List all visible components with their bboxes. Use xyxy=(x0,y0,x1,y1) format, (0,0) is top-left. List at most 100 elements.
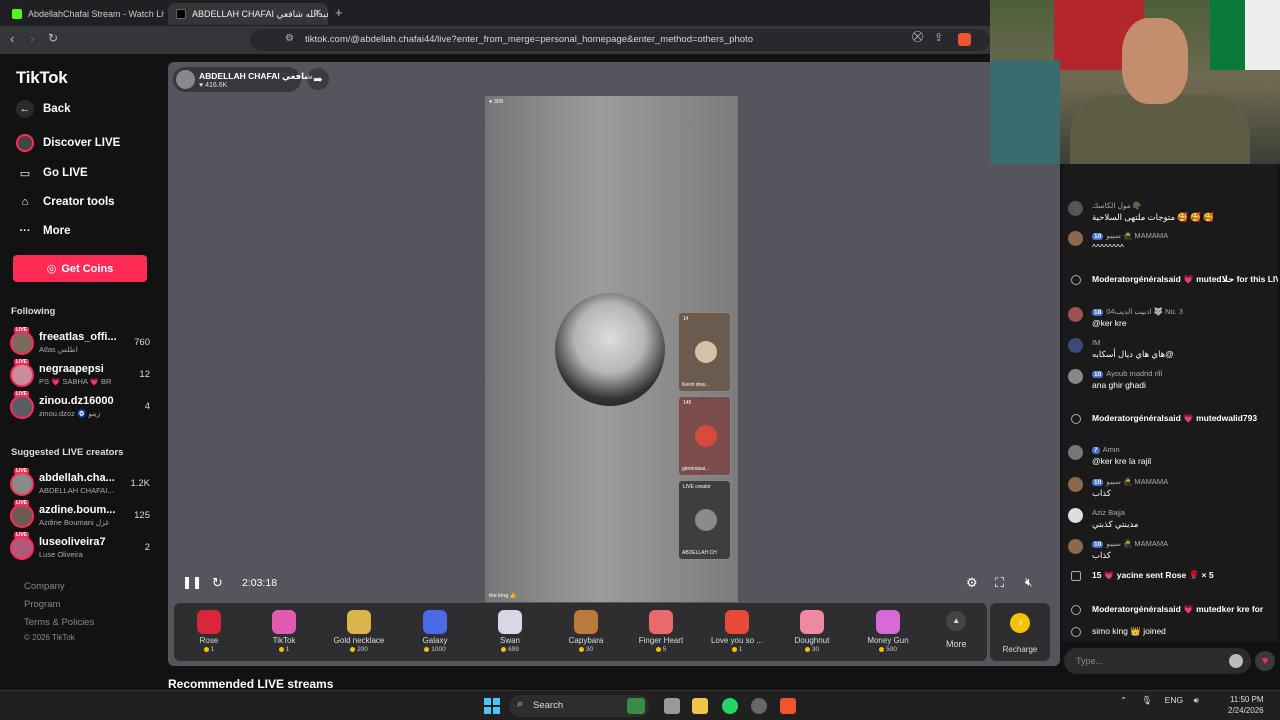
tab-tiktok-live[interactable]: ABDELLAH CHAFAI عبدالله شافعي ✕ xyxy=(168,3,328,25)
reload-icon[interactable]: ↻ xyxy=(48,31,58,45)
translate-icon[interactable]: ⛒ xyxy=(912,31,923,44)
microphone-icon[interactable]: 🎙︎ xyxy=(1142,695,1153,705)
chat-username[interactable]: Aziz Bajja xyxy=(1092,508,1125,517)
background-gear xyxy=(990,60,1060,164)
fullscreen-icon[interactable]: ⛶ xyxy=(995,575,1004,591)
refresh-icon[interactable]: ↻ xyxy=(212,575,223,591)
settings-icon[interactable]: ⚙ xyxy=(966,575,978,591)
taskbar-search[interactable]: ⌕ Search xyxy=(509,695,649,717)
brave-browser-icon[interactable] xyxy=(780,698,796,714)
app-icon[interactable] xyxy=(751,698,767,714)
taskbar-clock[interactable]: 11:50 PM 2/24/2026 xyxy=(1228,694,1264,716)
chat-username[interactable]: IM xyxy=(1092,338,1100,347)
chat-username[interactable]: 10 سيبو 🥷 MAMAMA xyxy=(1092,539,1168,548)
gift-galaxy[interactable]: Galaxy 1000 xyxy=(405,607,465,661)
avatar xyxy=(10,395,34,419)
gift-swan[interactable]: Swan 699 xyxy=(480,607,540,661)
account-nickname: PS 💗 SABHA 💗 BR xyxy=(39,377,112,386)
footer-copyright: © 2026 TikTok xyxy=(24,633,75,642)
windows-start-icon[interactable] xyxy=(484,698,500,714)
task-view-icon[interactable] xyxy=(664,698,680,714)
footer-program-link[interactable]: Program xyxy=(24,599,60,610)
gift-gold-necklace[interactable]: Gold necklace 200 xyxy=(329,607,389,661)
gift-price: 5 xyxy=(631,646,691,653)
love-icon xyxy=(725,610,749,634)
pause-icon[interactable]: ❚❚ xyxy=(182,575,202,589)
live-chat-panel: مول الكاسك 🪖 متوجات ملتهى السلاحية 🥰 🥰 🥰… xyxy=(1060,164,1280,690)
following-account[interactable]: LIVE zinou.dz16000 zinou.dzoz 🧿 زينو 4 xyxy=(10,391,152,421)
chat-message-list[interactable]: مول الكاسك 🪖 متوجات ملتهى السلاحية 🥰 🥰 🥰… xyxy=(1062,164,1278,642)
gift-love-you-so[interactable]: Love you so ... 1 xyxy=(707,607,767,661)
nav-creator-tools[interactable]: ⌂ Creator tools xyxy=(16,193,115,211)
account-name: zinou.dz16000 xyxy=(39,395,114,407)
viewers-value: 309 xyxy=(493,99,504,105)
chat-username[interactable]: 10 سيبو 🥷 MAMAMA xyxy=(1092,231,1168,240)
gift-doughnut[interactable]: Doughnut 30 xyxy=(782,607,842,661)
close-tab-icon[interactable]: ✕ xyxy=(314,8,322,19)
recharge-button[interactable]: ♪ Recharge xyxy=(990,603,1050,661)
new-tab-icon[interactable]: + xyxy=(335,5,343,20)
chat-username[interactable]: مول الكاسك 🪖 xyxy=(1092,201,1142,210)
nav-discover-live[interactable]: Discover LIVE xyxy=(16,134,120,152)
back-link[interactable]: ← Back xyxy=(16,100,71,118)
suggested-account[interactable]: LIVE azdine.boum... Azdine Boumani غزل 1… xyxy=(10,500,152,530)
whatsapp-icon[interactable] xyxy=(722,698,738,714)
chat-input[interactable]: Type... xyxy=(1064,648,1251,674)
tiktok-logo[interactable]: TikTok xyxy=(16,68,68,88)
suggested-account[interactable]: LIVE luseoliveira7 Luse Oliveira 2 xyxy=(10,532,152,562)
system-text: Moderatorgénéralsaid 💗 mutedwalid793 xyxy=(1092,413,1258,423)
like-heart-button[interactable]: ♥ xyxy=(1255,651,1275,671)
gift-money-gun[interactable]: Money Gun 500 xyxy=(858,607,918,661)
cohost-tile[interactable]: 14 Kevin dow... xyxy=(678,312,731,392)
host-avatar[interactable] xyxy=(176,70,195,89)
emoji-icon[interactable] xyxy=(1229,654,1243,668)
share-page-icon[interactable]: ⇪ xyxy=(934,31,943,44)
gift-rose[interactable]: Rose 1 xyxy=(179,607,239,661)
back-arrow-icon[interactable]: ‹ xyxy=(10,31,14,46)
omnibox[interactable]: ⚙ tiktok.com/@abdellah.chafai44/live?ent… xyxy=(250,29,990,51)
search-highlight-icon xyxy=(627,698,645,714)
gift-capybara[interactable]: Capybara 30 xyxy=(556,607,616,661)
gift-tiktok[interactable]: TikTok 1 xyxy=(254,607,314,661)
more-dots-icon: ··· xyxy=(19,225,31,237)
level-badge: 10 xyxy=(1092,233,1104,240)
chat-username[interactable]: 10 سيبو 🥷 MAMAMA xyxy=(1092,477,1168,486)
username-text: Ayoub madrid rifi xyxy=(1106,369,1163,378)
site-info-icon[interactable]: ⚙ xyxy=(285,33,294,44)
following-account[interactable]: LIVE negraapepsi PS 💗 SABHA 💗 BR 12 xyxy=(10,359,152,389)
chevron-up-icon[interactable]: ⌃ xyxy=(1120,695,1127,705)
get-coins-button[interactable]: ◎ Get Coins xyxy=(13,255,147,282)
mute-icon[interactable]: 🔇︎ xyxy=(1025,575,1033,590)
necklace-icon xyxy=(347,610,371,634)
tab-stream[interactable]: AbdellahChafai Stream - Watch Live xyxy=(4,3,164,25)
footer-company-link[interactable]: Company xyxy=(24,581,65,592)
system-text: simo king 👑 joined xyxy=(1092,626,1166,636)
suggested-account[interactable]: LIVE abdellah.cha... ABDELLAH CHAFAI... … xyxy=(10,468,152,498)
more-gifts-button[interactable]: ▲ More xyxy=(946,611,967,649)
host-info-pill[interactable]: ABDELLAH CHAFAI شافعي... ♥ 416.6K xyxy=(173,67,320,92)
clock-date: 2/24/2026 xyxy=(1228,706,1264,715)
gift-name: Rose xyxy=(199,636,219,645)
nav-more[interactable]: ··· More xyxy=(16,222,71,240)
live-player[interactable]: ABDELLAH CHAFAI شافعي... ♥ 416.6K ➦ ● 30… xyxy=(168,62,1060,666)
brave-shield-icon[interactable] xyxy=(958,33,971,46)
cohost-avatar xyxy=(695,509,717,531)
chat-username[interactable]: 7 Amin xyxy=(1092,445,1120,454)
forward-arrow-icon[interactable]: › xyxy=(30,31,34,46)
share-button[interactable]: ➦ xyxy=(307,68,329,90)
language-indicator[interactable]: ENG xyxy=(1165,695,1183,705)
gift-finger-heart[interactable]: Finger Heart 5 xyxy=(631,607,691,661)
stream-video[interactable]: ● 309 14 Kevin dow... 145 généralsai... … xyxy=(485,96,738,602)
chat-username[interactable]: 10 Ayoub madrid rifi xyxy=(1092,369,1162,378)
cohost-tile[interactable]: LIVE creator ABDELLAH CH xyxy=(678,480,731,560)
avatar xyxy=(1068,338,1083,353)
gift-price: 1 xyxy=(179,646,239,653)
speaker-icon[interactable]: 🔊︎ xyxy=(1193,695,1198,705)
file-explorer-icon[interactable] xyxy=(692,698,708,714)
nav-go-live[interactable]: ▭ Go LIVE xyxy=(16,164,88,182)
chat-username[interactable]: 18 ادبيب الديب04 🐺 No. 3 xyxy=(1092,307,1183,316)
following-account[interactable]: LIVE freeatlas_offi... Atlas اطلس 760 xyxy=(10,327,152,357)
gift-price: 1000 xyxy=(405,646,465,653)
cohost-tile[interactable]: 145 généralsai... xyxy=(678,396,731,476)
footer-terms-link[interactable]: Terms & Policies xyxy=(24,617,94,628)
